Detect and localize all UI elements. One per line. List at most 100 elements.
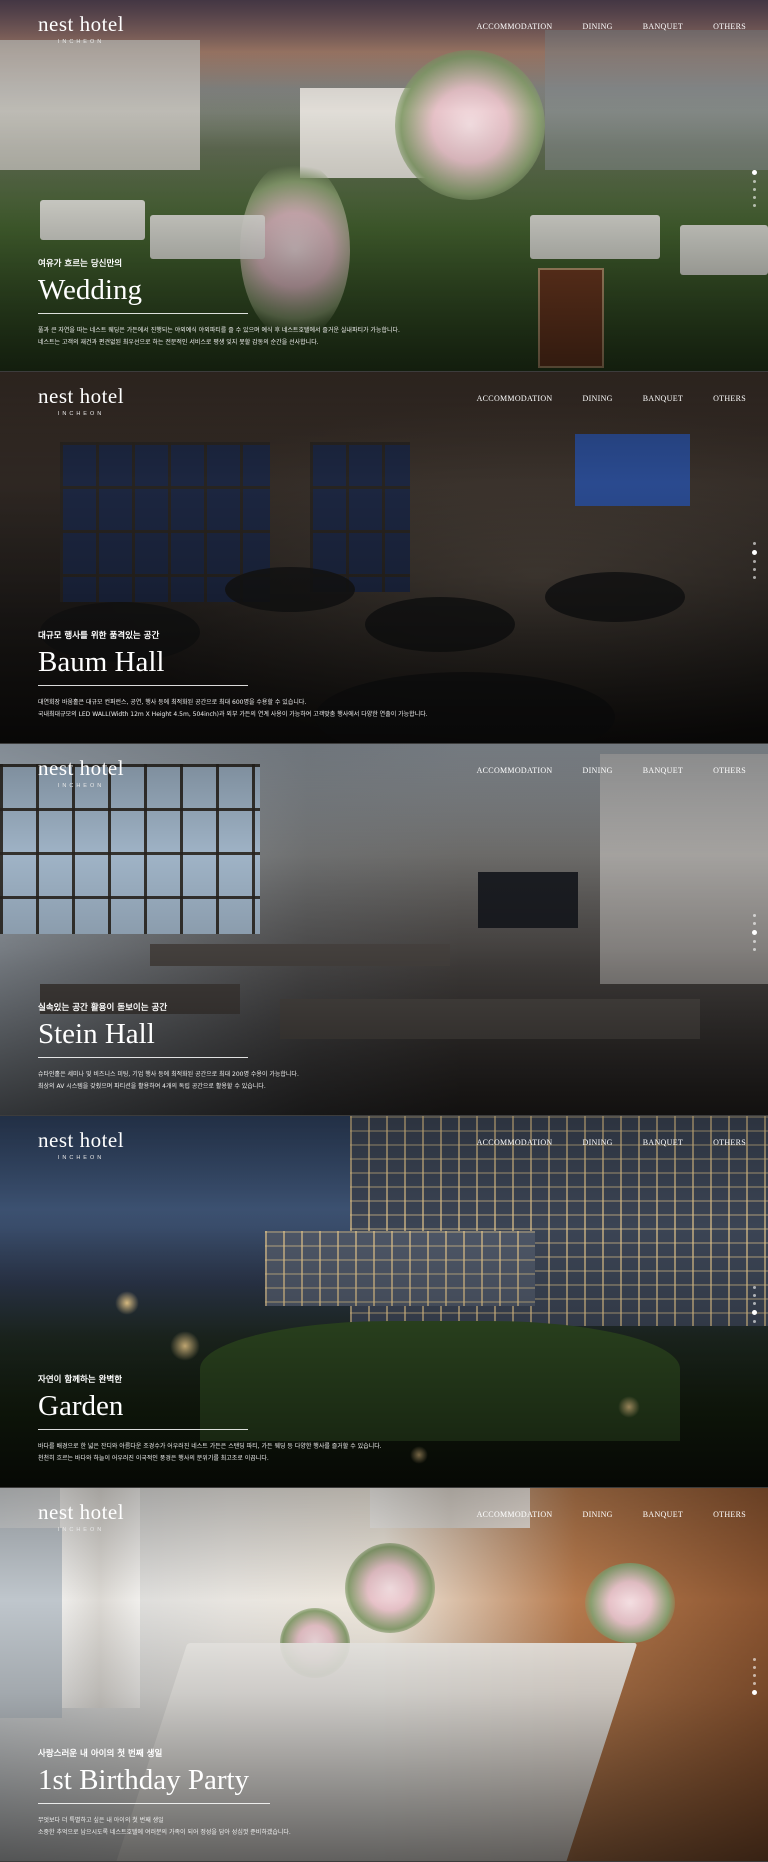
nav-banquet[interactable]: BANQUET [643,394,683,403]
section-description: 대연회장 바움홀은 대규모 컨퍼런스, 공연, 행사 등에 최적화된 공간으로 … [38,697,538,721]
pagination-dot[interactable] [752,930,757,935]
description-line: 국내최대규모의 LED WALL(Width 12m X Height 4.5m… [38,711,428,718]
nav-accommodation[interactable]: ACCOMMODATION [477,766,553,775]
pagination-dot[interactable] [753,1674,756,1677]
hotel-logo[interactable]: nest hotel INCHEON [38,756,124,789]
main-nav: ACCOMMODATION DINING BANQUET OTHERS [447,1138,746,1147]
pagination-dot[interactable] [752,170,757,175]
slide-pagination [752,1658,757,1695]
pagination-dot[interactable] [753,576,756,579]
slide-pagination [752,914,757,951]
section-description: 무엇보다 더 특별하고 싶은 내 아이의 첫 번째 생일 소중한 추억으로 남으… [38,1815,538,1839]
nav-dining[interactable]: DINING [583,1138,613,1147]
nav-others[interactable]: OTHERS [713,22,746,31]
section-title: Stein Hall [38,1018,248,1058]
pagination-dot[interactable] [752,1310,757,1315]
nav-banquet[interactable]: BANQUET [643,1510,683,1519]
description-line: 바다를 배경으로 한 넓은 잔디와 아름다운 조경수가 어우러진 네스트 가든은… [38,1443,382,1450]
slide-pagination [752,1286,757,1323]
section-birthday-party: nest hotel INCHEON ACCOMMODATION DINING … [0,1488,768,1862]
nav-others[interactable]: OTHERS [713,1138,746,1147]
site-header: nest hotel INCHEON ACCOMMODATION DINING … [0,1116,768,1176]
section-description: 풀과 큰 자연을 따는 네스트 웨딩은 가든에서 진행되는 야외예식 야외파티를… [38,325,538,349]
nav-dining[interactable]: DINING [583,394,613,403]
section-eyebrow: 여유가 흐르는 당신만의 [38,258,123,269]
section-content: 사랑스러운 내 아이의 첫 번째 생일 1st Birthday Party 무… [38,1747,538,1839]
logo-location: INCHEON [57,1527,105,1533]
nav-accommodation[interactable]: ACCOMMODATION [477,1138,553,1147]
section-baum-hall: nest hotel INCHEON ACCOMMODATION DINING … [0,372,768,744]
logo-location: INCHEON [57,39,105,45]
pagination-dot[interactable] [753,188,756,191]
pagination-dot[interactable] [753,922,756,925]
nav-others[interactable]: OTHERS [713,766,746,775]
description-line: 슈타인홀은 세미나 및 비즈니스 미팅, 기업 행사 등에 최적화된 공간으로 … [38,1071,299,1078]
hotel-logo[interactable]: nest hotel INCHEON [38,384,124,417]
section-title: Baum Hall [38,646,248,686]
section-description: 바다를 배경으로 한 넓은 잔디와 아름다운 조경수가 어우러진 네스트 가든은… [38,1441,538,1465]
nav-others[interactable]: OTHERS [713,1510,746,1519]
site-header: nest hotel INCHEON ACCOMMODATION DINING … [0,0,768,60]
main-nav: ACCOMMODATION DINING BANQUET OTHERS [447,394,746,403]
site-header: nest hotel INCHEON ACCOMMODATION DINING … [0,1488,768,1548]
section-content: 자연이 함께하는 완벽한 Garden 바다를 배경으로 한 넓은 잔디와 아름… [38,1373,538,1465]
section-wedding: nest hotel INCHEON ACCOMMODATION DINING … [0,0,768,372]
section-title: Wedding [38,274,248,314]
logo-name: nest hotel [38,756,125,780]
nav-dining[interactable]: DINING [583,1510,613,1519]
pagination-dot[interactable] [753,1286,756,1289]
logo-name: nest hotel [38,384,125,408]
description-line: 풀과 큰 자연을 따는 네스트 웨딩은 가든에서 진행되는 야외예식 야외파티를… [38,327,400,334]
pagination-dot[interactable] [753,542,756,545]
pagination-dot[interactable] [753,180,756,183]
description-line: 무엇보다 더 특별하고 싶은 내 아이의 첫 번째 생일 [38,1817,164,1824]
pagination-dot[interactable] [753,1320,756,1323]
logo-location: INCHEON [57,411,105,417]
pagination-dot[interactable] [753,568,756,571]
pagination-dot[interactable] [753,196,756,199]
main-nav: ACCOMMODATION DINING BANQUET OTHERS [447,766,746,775]
section-description: 슈타인홀은 세미나 및 비즈니스 미팅, 기업 행사 등에 최적화된 공간으로 … [38,1069,538,1093]
pagination-dot[interactable] [753,948,756,951]
description-line: 대연회장 바움홀은 대규모 컨퍼런스, 공연, 행사 등에 최적화된 공간으로 … [38,699,307,706]
logo-name: nest hotel [38,1500,125,1524]
logo-location: INCHEON [57,1155,105,1161]
section-title: Garden [38,1390,248,1430]
hotel-logo[interactable]: nest hotel INCHEON [38,1128,124,1161]
pagination-dot[interactable] [752,1690,757,1695]
pagination-dot[interactable] [753,1666,756,1669]
nav-banquet[interactable]: BANQUET [643,766,683,775]
nav-accommodation[interactable]: ACCOMMODATION [477,394,553,403]
pagination-dot[interactable] [753,1294,756,1297]
pagination-dot[interactable] [753,1682,756,1685]
description-line: 최상의 AV 시스템을 갖췄으며 파티션을 활용하여 4개의 독립 공간으로 활… [38,1083,266,1090]
section-content: 대규모 행사를 위한 품격있는 공간 Baum Hall 대연회장 바움홀은 대… [38,629,538,721]
pagination-dot[interactable] [753,914,756,917]
nav-others[interactable]: OTHERS [713,394,746,403]
logo-location: INCHEON [57,783,105,789]
section-eyebrow: 자연이 함께하는 완벽한 [38,1374,123,1385]
nav-dining[interactable]: DINING [583,22,613,31]
pagination-dot[interactable] [753,1302,756,1305]
pagination-dot[interactable] [753,940,756,943]
pagination-dot[interactable] [752,550,757,555]
hotel-logo[interactable]: nest hotel INCHEON [38,1500,124,1533]
pagination-dot[interactable] [753,560,756,563]
section-stein-hall: nest hotel INCHEON ACCOMMODATION DINING … [0,744,768,1116]
main-nav: ACCOMMODATION DINING BANQUET OTHERS [447,1510,746,1519]
description-line: 소중한 추억으로 남으시도록 네스트호텔에 여러분의 가족이 되어 정성을 담아… [38,1829,291,1836]
nav-dining[interactable]: DINING [583,766,613,775]
section-content: 실속있는 공간 활용이 돋보이는 공간 Stein Hall 슈타인홀은 세미나… [38,1001,538,1093]
nav-accommodation[interactable]: ACCOMMODATION [477,1510,553,1519]
nav-banquet[interactable]: BANQUET [643,22,683,31]
hotel-logo[interactable]: nest hotel INCHEON [38,12,124,45]
pagination-dot[interactable] [753,204,756,207]
section-content: 여유가 흐르는 당신만의 Wedding 풀과 큰 자연을 따는 네스트 웨딩은… [38,257,538,349]
pagination-dot[interactable] [753,1658,756,1661]
nav-accommodation[interactable]: ACCOMMODATION [477,22,553,31]
section-title: 1st Birthday Party [38,1764,270,1804]
description-line: 네스트는 고객의 재건과 편견없된 최우선으로 하는 전문적인 서비스로 평생 … [38,339,319,346]
slide-pagination [752,542,757,579]
nav-banquet[interactable]: BANQUET [643,1138,683,1147]
section-eyebrow: 실속있는 공간 활용이 돋보이는 공간 [38,1002,168,1013]
